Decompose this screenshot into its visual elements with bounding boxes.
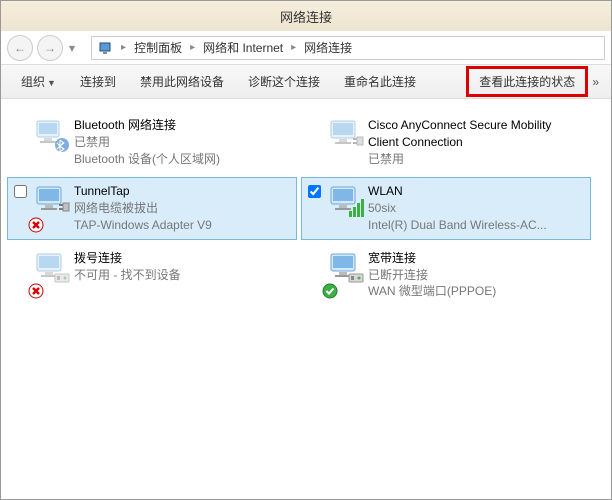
breadcrumb-sep-icon: ▸ [185, 42, 200, 53]
connect-to-button[interactable]: 连接到 [68, 67, 128, 96]
connection-item-bluetooth[interactable]: Bluetooth 网络连接 已禁用 Bluetooth 设备(个人区域网) [7, 111, 297, 173]
recent-dropdown-icon[interactable]: ▾ [67, 41, 77, 55]
connection-name: 宽带连接 [368, 250, 584, 267]
more-chevron-icon[interactable]: » [588, 67, 603, 97]
connection-icon [324, 250, 368, 300]
arrow-left-icon: ← [14, 41, 26, 55]
breadcrumb-item[interactable]: 控制面板 [131, 37, 185, 58]
command-toolbar: 组织▼ 连接到 禁用此网络设备 诊断这个连接 重命名此连接 查看此连接的状态 » [1, 65, 611, 99]
connection-text: Bluetooth 网络连接 已禁用 Bluetooth 设备(个人区域网) [74, 117, 290, 167]
connection-status: 已禁用 [368, 151, 584, 168]
breadcrumb-item[interactable]: 网络连接 [301, 37, 355, 58]
connection-checkbox-spacer [308, 117, 324, 167]
connection-name: 拨号连接 [74, 250, 290, 267]
view-status-button[interactable]: 查看此连接的状态 [466, 66, 588, 97]
connection-checkbox[interactable] [308, 183, 324, 233]
connection-icon [324, 117, 368, 167]
chevron-down-icon: ▼ [47, 78, 56, 88]
connection-text: 拨号连接 不可用 - 找不到设备 [74, 250, 290, 300]
arrow-right-icon: → [44, 41, 56, 55]
organize-menu[interactable]: 组织▼ [9, 67, 68, 96]
connection-item-broadband[interactable]: 宽带连接 已断开连接 WAN 微型端口(PPPOE) [301, 244, 591, 306]
breadcrumb-item[interactable]: 网络和 Internet [200, 37, 286, 58]
connection-icon [324, 183, 368, 233]
connection-text: WLAN 50six Intel(R) Dual Band Wireless-A… [368, 183, 584, 233]
connection-device: TAP-Windows Adapter V9 [74, 217, 290, 234]
diagnose-button[interactable]: 诊断这个连接 [236, 67, 332, 96]
connection-name: Cisco AnyConnect Secure Mobility Client … [368, 117, 584, 151]
connection-device: Bluetooth 设备(个人区域网) [74, 151, 290, 168]
connection-status: 不可用 - 找不到设备 [74, 267, 290, 284]
network-home-icon [96, 40, 116, 56]
connection-status: 网络电缆被拔出 [74, 200, 290, 217]
breadcrumb-bar[interactable]: ▸ 控制面板 ▸ 网络和 Internet ▸ 网络连接 [91, 36, 605, 60]
connections-pane: Bluetooth 网络连接 已禁用 Bluetooth 设备(个人区域网) C… [1, 99, 611, 318]
connection-item-wlan[interactable]: WLAN 50six Intel(R) Dual Band Wireless-A… [301, 177, 591, 239]
check-green-icon [322, 283, 338, 302]
navigation-bar: ← → ▾ ▸ 控制面板 ▸ 网络和 Internet ▸ 网络连接 [1, 31, 611, 65]
breadcrumb-sep-icon: ▸ [286, 42, 301, 53]
error-x-icon [28, 217, 44, 236]
forward-button[interactable]: → [37, 35, 63, 61]
connection-name: TunnelTap [74, 183, 290, 200]
error-x-icon [28, 283, 44, 302]
connection-icon [30, 250, 74, 300]
connection-item-tunneltap[interactable]: TunnelTap 网络电缆被拔出 TAP-Windows Adapter V9 [7, 177, 297, 239]
connection-name: WLAN [368, 183, 584, 200]
connection-text: TunnelTap 网络电缆被拔出 TAP-Windows Adapter V9 [74, 183, 290, 233]
back-button[interactable]: ← [7, 35, 33, 61]
connection-status: 50six [368, 200, 584, 217]
connection-checkbox-spacer [14, 117, 30, 167]
connection-icon [30, 117, 74, 167]
rename-button[interactable]: 重命名此连接 [332, 67, 428, 96]
breadcrumb-sep-icon: ▸ [116, 42, 131, 53]
connection-icon [30, 183, 74, 233]
connection-text: 宽带连接 已断开连接 WAN 微型端口(PPPOE) [368, 250, 584, 300]
connection-status: 已断开连接 [368, 267, 584, 284]
window-title: 网络连接 [280, 7, 332, 26]
connection-item-cisco[interactable]: Cisco AnyConnect Secure Mobility Client … [301, 111, 591, 173]
disable-device-button[interactable]: 禁用此网络设备 [128, 67, 236, 96]
window-titlebar: 网络连接 [1, 1, 611, 31]
connection-status: 已禁用 [74, 134, 290, 151]
connection-name: Bluetooth 网络连接 [74, 117, 290, 134]
connection-item-dialup[interactable]: 拨号连接 不可用 - 找不到设备 [7, 244, 297, 306]
connection-device: Intel(R) Dual Band Wireless-AC... [368, 217, 584, 234]
connection-device: WAN 微型端口(PPPOE) [368, 283, 584, 300]
connection-text: Cisco AnyConnect Secure Mobility Client … [368, 117, 584, 167]
